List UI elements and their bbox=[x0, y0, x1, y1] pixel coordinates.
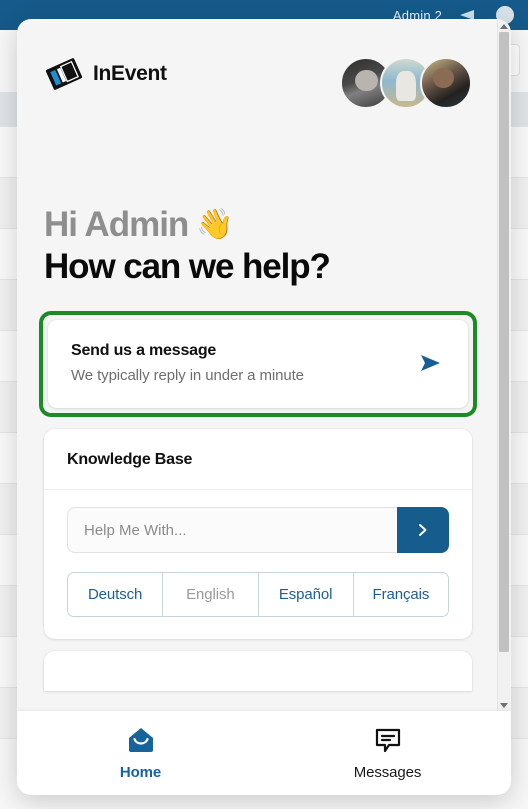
language-selector: Deutsch English Español Français bbox=[67, 572, 449, 618]
greeting-line-1: Hi Admin 👋 bbox=[44, 205, 472, 244]
nav-item-home[interactable]: Home bbox=[17, 726, 264, 781]
knowledge-base-card: Knowledge Base Deutsch English bbox=[44, 429, 472, 640]
messages-icon bbox=[375, 728, 400, 752]
language-option-francais[interactable]: Français bbox=[353, 573, 448, 617]
inevent-logo-icon bbox=[45, 58, 83, 90]
greeting-line-2: How can we help? bbox=[44, 247, 331, 287]
knowledge-base-wrap: Knowledge Base Deutsch English bbox=[44, 429, 472, 640]
greeting-block: Hi Admin 👋 How can we help? bbox=[17, 109, 499, 287]
bottom-navigation: Home Messages bbox=[17, 711, 511, 795]
knowledge-base-search-button[interactable] bbox=[397, 507, 449, 554]
send-message-text: Send us a message We typically reply in … bbox=[71, 342, 304, 384]
send-arrow-icon[interactable] bbox=[418, 352, 448, 374]
nav-item-messages[interactable]: Messages bbox=[264, 726, 511, 781]
next-card-wrap bbox=[44, 651, 472, 692]
team-avatar-3 bbox=[420, 57, 472, 109]
cards-list: Send us a message We typically reply in … bbox=[17, 287, 499, 692]
messenger-scroll-area[interactable]: InEvent Hi Admin 👋 How can we help? Send… bbox=[17, 19, 511, 795]
knowledge-base-search-row bbox=[44, 490, 472, 554]
scroll-down-arrow-icon[interactable] bbox=[498, 699, 510, 711]
greeting-salutation: Hi Admin bbox=[44, 205, 189, 244]
messenger-header: InEvent bbox=[17, 19, 499, 109]
next-card-partial[interactable] bbox=[44, 651, 472, 692]
nav-label-home: Home bbox=[119, 763, 162, 781]
send-message-subtitle: We typically reply in under a minute bbox=[71, 367, 304, 385]
messenger-overlay-panel: InEvent Hi Admin 👋 How can we help? Send… bbox=[17, 19, 511, 795]
brand-logo: InEvent bbox=[44, 54, 167, 94]
send-message-title: Send us a message bbox=[71, 342, 217, 360]
chevron-right-icon bbox=[419, 524, 427, 537]
language-option-english[interactable]: English bbox=[163, 573, 259, 617]
brand-name: InEvent bbox=[93, 62, 167, 85]
language-option-espanol[interactable]: Español bbox=[258, 573, 354, 617]
knowledge-base-title: Knowledge Base bbox=[44, 429, 472, 491]
home-icon bbox=[128, 727, 153, 752]
language-option-deutsch[interactable]: Deutsch bbox=[68, 573, 164, 617]
team-avatar-group bbox=[340, 57, 472, 109]
send-message-highlight-frame: Send us a message We typically reply in … bbox=[39, 311, 477, 418]
nav-label-messages: Messages bbox=[353, 763, 422, 781]
messenger-scrollbar[interactable] bbox=[497, 20, 510, 711]
send-message-card[interactable]: Send us a message We typically reply in … bbox=[48, 320, 468, 409]
knowledge-base-search-input[interactable] bbox=[67, 507, 397, 554]
waving-hand-icon: 👋 bbox=[196, 207, 233, 241]
scrollbar-thumb[interactable] bbox=[499, 32, 509, 652]
scroll-up-arrow-icon[interactable] bbox=[498, 20, 510, 32]
